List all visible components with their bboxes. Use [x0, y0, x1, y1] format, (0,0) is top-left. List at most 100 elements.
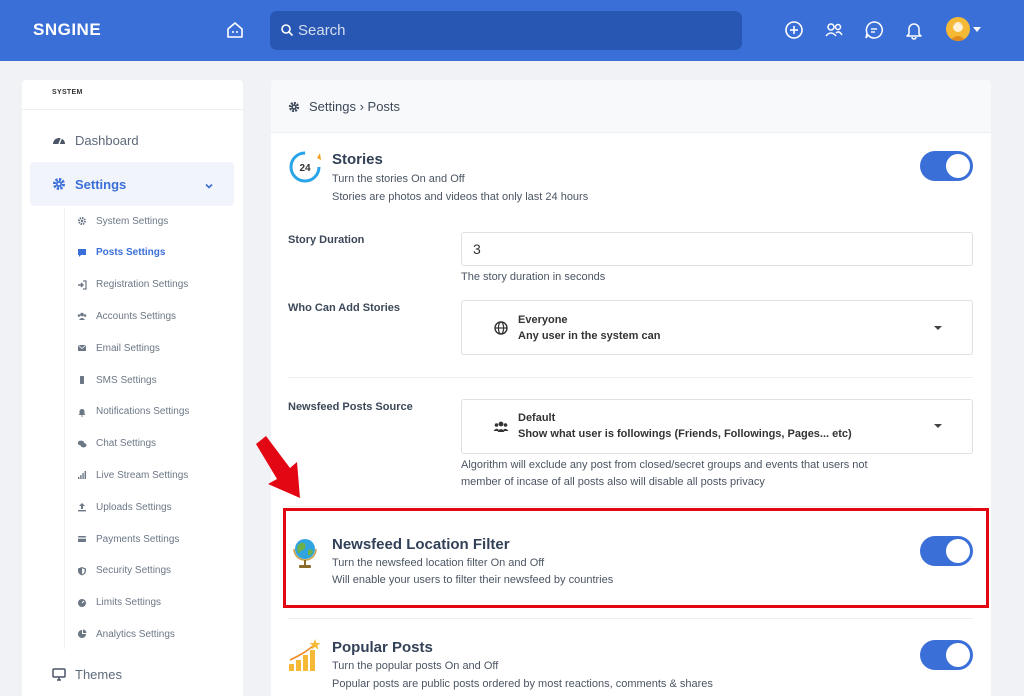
sidebar-subitem-label: Security Settings — [96, 565, 172, 577]
credit-card-icon — [77, 534, 87, 544]
sidebar-subitem[interactable]: Live Stream Settings — [77, 465, 188, 485]
signal-icon — [77, 470, 87, 480]
envelope-icon — [77, 343, 87, 353]
newsfeed-source-select[interactable]: Default Show what user is followings (Fr… — [461, 399, 973, 454]
stories-24-icon: 24 — [288, 150, 322, 184]
sidebar-subitem-label: System Settings — [96, 215, 169, 227]
popular-posts-toggle[interactable] — [920, 640, 973, 670]
sidebar-subitem[interactable]: Payments Settings — [77, 529, 179, 549]
select-option-description: Any user in the system can — [518, 330, 661, 342]
users-icon — [77, 311, 87, 321]
dashboard-icon — [52, 133, 66, 147]
newsfeed-source-help-cont: member of incase of all posts also will … — [461, 476, 765, 488]
sidebar-subitem[interactable]: System Settings — [77, 211, 168, 231]
sidebar-item-label: Settings — [75, 176, 127, 192]
gear-icon — [52, 177, 66, 191]
sidebar-subitem[interactable]: Analytics Settings — [77, 624, 175, 644]
comment-icon — [77, 248, 87, 258]
sidebar-subitem-label: Payments Settings — [96, 533, 180, 545]
sidebar-item-label: Dashboard — [75, 132, 139, 148]
sidebar-item-dashboard[interactable]: Dashboard — [30, 118, 234, 162]
sidebar-subitem[interactable]: Uploads Settings — [77, 497, 172, 517]
gear-icon — [288, 100, 300, 113]
caret-down-icon — [934, 424, 942, 428]
sidebar-subitem[interactable]: Registration Settings — [77, 275, 188, 295]
sidebar-subitem[interactable]: Accounts Settings — [77, 306, 176, 326]
site-logo[interactable]: SNGINE — [33, 20, 101, 40]
sidebar-subitem[interactable]: SMS Settings — [77, 370, 157, 390]
sidebar-subitem-label: Live Stream Settings — [96, 469, 189, 481]
story-duration-help: The story duration in seconds — [461, 271, 606, 283]
admin-sidebar: SYSTEM Dashboard Settings System Setting… — [22, 80, 243, 696]
shield-icon — [77, 566, 87, 576]
comments-icon — [77, 439, 87, 449]
story-duration-input[interactable] — [461, 232, 973, 266]
divider — [288, 618, 973, 619]
stories-title: Stories — [332, 151, 383, 168]
stories-description: Turn the stories On and Off — [332, 173, 465, 185]
select-option-title: Default — [518, 412, 556, 424]
stories-toggle[interactable] — [920, 151, 973, 181]
sidebar-subitem[interactable]: Chat Settings — [77, 434, 156, 454]
sidebar-item-themes[interactable]: Themes — [30, 652, 234, 696]
home-icon[interactable] — [225, 20, 245, 40]
popular-posts-description: Turn the popular posts On and Off — [332, 660, 499, 672]
sidebar-subitem[interactable]: Security Settings — [77, 561, 171, 581]
search-icon — [280, 23, 294, 37]
sidebar-subitem[interactable]: Notifications Settings — [77, 402, 189, 422]
desktop-icon — [52, 667, 66, 681]
user-avatar[interactable] — [946, 17, 970, 41]
top-navbar: SNGINE — [0, 0, 1024, 61]
toggle-knob — [946, 643, 970, 667]
sidebar-item-settings[interactable]: Settings — [30, 162, 234, 206]
sidebar-item-label: Themes — [75, 666, 122, 682]
add-post-icon[interactable] — [784, 20, 804, 40]
search-bar[interactable] — [270, 11, 742, 50]
breadcrumb: Settings › Posts — [309, 99, 401, 114]
newsfeed-source-label: Newsfeed Posts Source — [288, 401, 413, 413]
toggle-knob — [946, 154, 970, 178]
popular-chart-icon — [288, 638, 322, 672]
divider — [288, 506, 973, 507]
sidebar-subitem[interactable]: Email Settings — [77, 338, 160, 358]
sidebar-subitem-label: Email Settings — [96, 342, 160, 354]
story-duration-label: Story Duration — [288, 234, 365, 246]
chevron-down-icon[interactable] — [973, 27, 981, 32]
users-icon — [493, 419, 509, 435]
sidebar-subitem-label: Registration Settings — [96, 279, 189, 291]
notifications-icon[interactable] — [904, 20, 924, 40]
search-input[interactable] — [298, 11, 728, 50]
who-can-add-stories-select[interactable]: Everyone Any user in the system can — [461, 300, 973, 355]
sign-in-icon — [77, 279, 87, 290]
gears-icon — [77, 216, 87, 226]
mobile-icon — [77, 375, 87, 385]
popular-posts-description-detail: Popular posts are public posts ordered b… — [332, 678, 713, 690]
sidebar-subitem-label: Chat Settings — [96, 438, 157, 450]
red-arrow-icon — [256, 436, 300, 498]
divider — [22, 109, 243, 110]
who-can-add-stories-label: Who Can Add Stories — [288, 302, 401, 314]
upload-icon — [77, 502, 87, 512]
select-option-description: Show what user is followings (Friends, F… — [518, 428, 852, 440]
submenu-guide-line — [64, 208, 65, 649]
pie-chart-icon — [77, 629, 87, 639]
friend-requests-icon[interactable] — [824, 20, 844, 40]
sidebar-subitem-label: Limits Settings — [96, 597, 162, 609]
newsfeed-source-help: Algorithm will exclude any post from clo… — [461, 459, 868, 471]
bell-icon — [77, 407, 87, 417]
sidebar-subitem-label: SMS Settings — [96, 374, 157, 386]
sidebar-subitem-label: Notifications Settings — [96, 406, 190, 418]
sidebar-subitem-label: Uploads Settings — [96, 501, 172, 513]
caret-down-icon — [934, 326, 942, 330]
chevron-down-icon[interactable] — [204, 179, 214, 189]
highlight-box — [283, 508, 989, 608]
sidebar-subitem-label: Posts Settings — [96, 247, 166, 259]
popular-posts-title: Popular Posts — [332, 639, 433, 656]
sidebar-subitem-label: Accounts Settings — [96, 310, 177, 322]
messages-icon[interactable] — [864, 20, 884, 40]
stories-description-detail: Stories are photos and videos that only … — [332, 191, 589, 203]
sidebar-section-title: SYSTEM — [52, 89, 83, 96]
select-option-title: Everyone — [518, 314, 568, 326]
sidebar-subitem[interactable]: Posts Settings — [77, 243, 165, 263]
sidebar-subitem[interactable]: Limits Settings — [77, 593, 161, 613]
